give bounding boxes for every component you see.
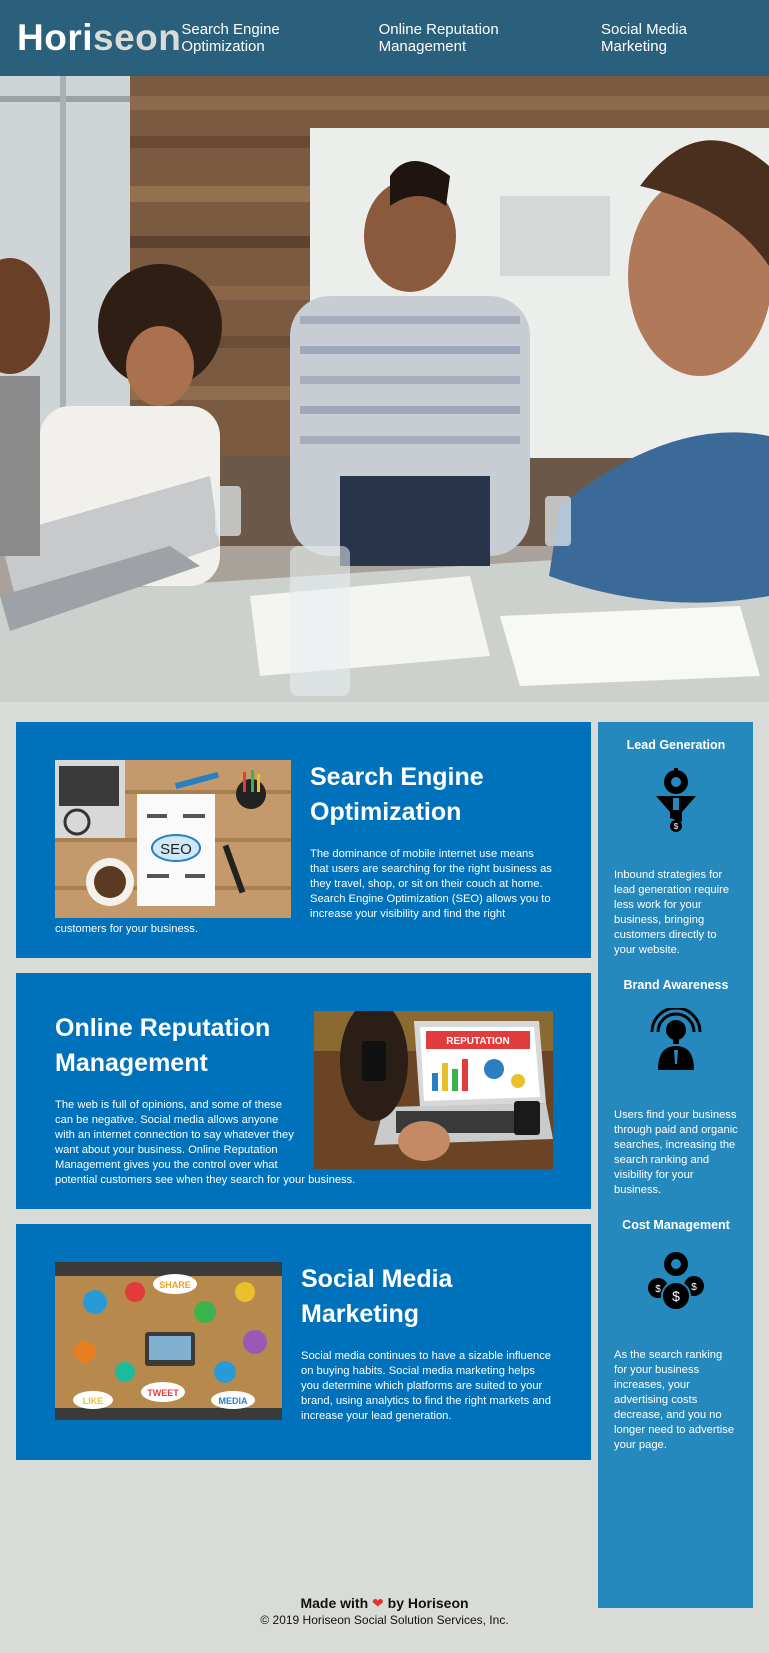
svg-text:$: $ — [691, 1282, 697, 1293]
nav-link-social[interactable]: Social Media Marketing — [601, 21, 753, 55]
benefit-cost-management: Cost Management $ $ $ As the search rank… — [614, 1218, 738, 1453]
brand-awareness-title: Brand Awareness — [623, 978, 729, 992]
seo-image-text: SEO — [160, 841, 192, 858]
nav-link-seo[interactable]: Search Engine Optimization — [181, 21, 362, 55]
tweet-label: TWEET — [147, 1388, 179, 1398]
hero-image — [0, 76, 769, 702]
footer-made-with: Made with ❤ by Horiseon — [0, 1594, 769, 1612]
main-nav: Search Engine Optimization Online Reputa… — [181, 21, 753, 55]
like-label: LIKE — [83, 1396, 104, 1406]
media-label: MEDIA — [219, 1396, 249, 1406]
heart-icon: ❤ — [372, 1595, 384, 1611]
benefits-sidebar: Lead Generation $ Inbound strategies for… — [598, 722, 753, 1608]
share-label: SHARE — [159, 1280, 191, 1290]
by-horiseon-text: by Horiseon — [387, 1595, 469, 1611]
site-footer: Made with ❤ by Horiseon © 2019 Horiseon … — [0, 1594, 769, 1628]
cost-management-text: As the search ranking for your business … — [614, 1349, 735, 1451]
cost-management-title: Cost Management — [622, 1218, 730, 1232]
svg-text:$: $ — [655, 1284, 661, 1295]
benefit-brand-awareness: Brand Awareness Users find your business… — [614, 978, 738, 1198]
svg-text:$: $ — [674, 822, 679, 831]
lead-generation-icon: $ — [656, 768, 696, 832]
social-section: SHARE TWEET LIKE MEDIA Social Media Mark… — [16, 1224, 591, 1460]
brand-awareness-text: Users find your business through paid an… — [614, 1109, 738, 1196]
cost-management-icon: $ $ $ — [648, 1252, 704, 1311]
team-meeting-photo — [0, 76, 769, 702]
logo-accent: seon — [93, 17, 182, 58]
brand-awareness-icon — [650, 1008, 702, 1070]
logo-main: Hori — [17, 17, 93, 58]
reputation-image-text: REPUTATION — [446, 1036, 510, 1047]
made-with-text: Made with — [300, 1595, 369, 1611]
site-header: Horiseon Search Engine Optimization Onli… — [0, 0, 769, 76]
reputation-laptop-image: REPUTATION — [314, 1011, 553, 1169]
nav-link-reputation[interactable]: Online Reputation Management — [379, 21, 585, 55]
seo-section: SEO Search Engine Optimization The domin… — [16, 722, 591, 958]
copyright-text: © 2019 Horiseon Social Solution Services… — [260, 1613, 509, 1627]
lead-generation-text: Inbound strategies for lead generation r… — [614, 869, 730, 956]
seo-notebook-image: SEO — [55, 760, 291, 918]
reputation-section: REPUTATION Online Reputation Management … — [16, 973, 591, 1209]
social-media-table-image: SHARE TWEET LIKE MEDIA — [55, 1262, 282, 1420]
site-logo[interactable]: Horiseon — [17, 17, 181, 59]
svg-text:$: $ — [672, 1288, 680, 1304]
benefit-lead-generation: Lead Generation $ Inbound strategies for… — [614, 738, 738, 958]
lead-generation-title: Lead Generation — [626, 738, 726, 752]
